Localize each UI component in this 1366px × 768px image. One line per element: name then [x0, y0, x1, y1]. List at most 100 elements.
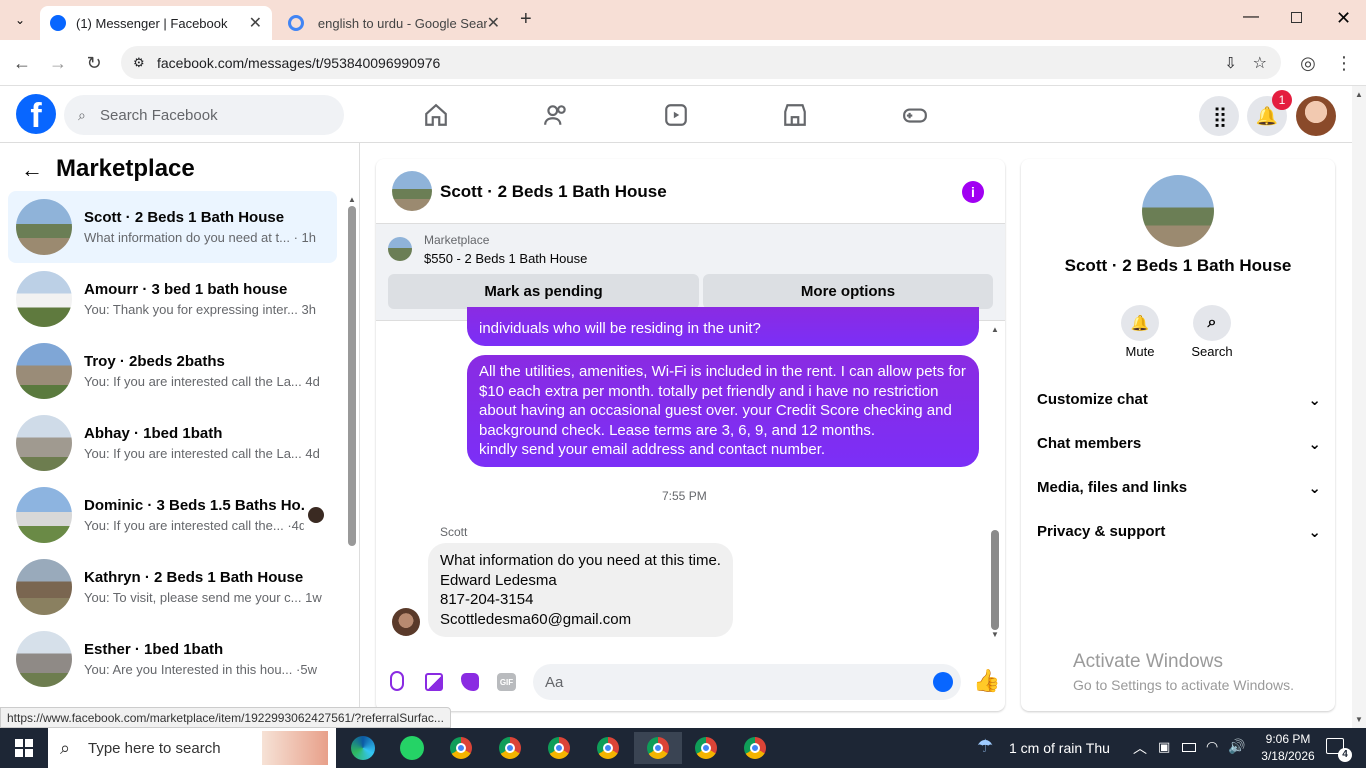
- mark-as-pending-button[interactable]: Mark as pending: [388, 274, 699, 309]
- minimize-icon[interactable]: —: [1243, 8, 1259, 26]
- clock-time[interactable]: 9:06 PM: [1260, 732, 1316, 746]
- customize-chat-section[interactable]: Customize chat ⌄: [1037, 391, 1321, 409]
- wifi-icon[interactable]: ◠: [1206, 738, 1218, 755]
- restore-icon[interactable]: [1291, 12, 1302, 23]
- tab-google-search[interactable]: english to urdu - Google Search ✕: [278, 6, 510, 40]
- home-icon[interactable]: [423, 102, 449, 128]
- sender-name: Scott: [440, 525, 468, 539]
- windows-start-icon[interactable]: [8, 732, 40, 764]
- marketplace-icon[interactable]: [782, 102, 808, 128]
- close-tab-icon[interactable]: ✕: [487, 13, 500, 33]
- search-icon: ⌕: [78, 106, 86, 123]
- chat-title[interactable]: Scott · 2 Beds 1 Bath House: [440, 182, 667, 202]
- message-input[interactable]: Aa: [533, 664, 961, 700]
- tab-search-dropdown-icon[interactable]: ⌄: [8, 8, 32, 32]
- gif-icon[interactable]: GIF: [497, 673, 516, 691]
- section-label: Privacy & support: [1037, 523, 1166, 540]
- chrome-icon[interactable]: [690, 732, 722, 764]
- facebook-logo-icon[interactable]: f: [16, 94, 56, 134]
- reload-icon[interactable]: ↻: [81, 50, 107, 76]
- chrome-icon-active[interactable]: [634, 732, 682, 764]
- chrome-icon[interactable]: [494, 732, 526, 764]
- conversation-item[interactable]: Troy · 2beds 2baths You: If you are inte…: [8, 335, 337, 407]
- conversation-item[interactable]: Kathryn · 2 Beds 1 Bath House You: To vi…: [8, 551, 337, 623]
- gaming-icon[interactable]: [902, 102, 928, 128]
- site-info-icon[interactable]: ⚙: [133, 55, 145, 71]
- seen-avatar: [308, 507, 324, 523]
- conversation-item[interactable]: Abhay · 1bed 1bath You: If you are inter…: [8, 407, 337, 479]
- chat-members-section[interactable]: Chat members ⌄: [1037, 435, 1321, 453]
- edge-icon[interactable]: [347, 732, 379, 764]
- tab-messenger[interactable]: (1) Messenger | Facebook ✕: [40, 6, 272, 40]
- page-scrollbar[interactable]: ▲ ▼: [1352, 86, 1366, 728]
- photo-icon[interactable]: [425, 673, 443, 691]
- scroll-thumb[interactable]: [348, 206, 356, 546]
- weather-icon[interactable]: ☂: [977, 736, 993, 757]
- thumbs-up-icon[interactable]: 👍: [973, 668, 1000, 694]
- message-bubble-sent: All the utilities, amenities, Wi-Fi is i…: [467, 355, 979, 467]
- search-facebook-input[interactable]: ⌕ Search Facebook: [64, 95, 344, 135]
- friends-icon[interactable]: [543, 102, 569, 128]
- back-arrow-icon[interactable]: ←: [21, 157, 43, 183]
- whatsapp-icon[interactable]: [396, 732, 428, 764]
- conversation-item[interactable]: Scott · 2 Beds 1 Bath House What informa…: [8, 191, 337, 263]
- taskbar-search-box[interactable]: ⌕ Type here to search: [48, 728, 336, 768]
- tray-chevron-up-icon[interactable]: ︿: [1133, 738, 1147, 758]
- conversation-item[interactable]: Esther · 1bed 1bath You: Are you Interes…: [8, 623, 337, 695]
- scroll-down-arrow-icon[interactable]: ▼: [1352, 715, 1366, 724]
- search-button[interactable]: ⌕: [1193, 305, 1231, 341]
- message-bubble-sent: individuals who will be residing in the …: [467, 307, 979, 346]
- volume-icon[interactable]: 🔊: [1228, 738, 1245, 755]
- video-icon[interactable]: [663, 102, 689, 128]
- privacy-support-section[interactable]: Privacy & support ⌄: [1037, 523, 1321, 541]
- back-icon[interactable]: ←: [9, 50, 35, 76]
- url-bar[interactable]: ⚙ facebook.com/messages/t/95384009699097…: [121, 46, 1281, 79]
- conversation-preview: You: If you are interested call the... ·…: [84, 518, 304, 533]
- emoji-icon[interactable]: [933, 672, 953, 692]
- conversation-item[interactable]: Dominic · 3 Beds 1.5 Baths Ho... You: If…: [8, 479, 337, 551]
- conversation-item[interactable]: Amourr · 3 bed 1 bath house You: Thank y…: [8, 263, 337, 335]
- clock-date[interactable]: 3/18/2026: [1256, 749, 1320, 763]
- chevron-down-icon: ⌄: [1308, 480, 1321, 497]
- facebook-favicon-icon: [50, 15, 66, 31]
- mute-button[interactable]: 🔔: [1121, 305, 1159, 341]
- weather-text[interactable]: 1 cm of rain Thu: [1009, 740, 1110, 756]
- scrollbar[interactable]: ▲: [347, 195, 357, 710]
- listing-title[interactable]: $550 - 2 Beds 1 Bath House: [424, 251, 587, 266]
- scroll-up-arrow-icon[interactable]: ▲: [347, 195, 357, 204]
- new-tab-icon[interactable]: +: [520, 8, 532, 31]
- forward-icon[interactable]: →: [45, 50, 71, 76]
- chat-scrollbar[interactable]: ▲ ▼: [989, 325, 1001, 647]
- media-files-links-section[interactable]: Media, files and links ⌄: [1037, 479, 1321, 497]
- chrome-menu-icon[interactable]: ⋮: [1331, 50, 1357, 76]
- microphone-icon[interactable]: [390, 671, 404, 691]
- close-window-icon[interactable]: ✕: [1336, 8, 1351, 29]
- more-options-button[interactable]: More options: [703, 274, 993, 309]
- chat-panel: Scott · 2 Beds 1 Bath House i Marketplac…: [376, 159, 1005, 711]
- chrome-icon[interactable]: [739, 732, 771, 764]
- google-favicon-icon: [288, 15, 304, 31]
- taskbar-search-placeholder: Type here to search: [88, 739, 221, 757]
- meet-now-icon[interactable]: ▣: [1158, 739, 1170, 755]
- scroll-up-arrow-icon[interactable]: ▲: [1352, 90, 1366, 99]
- message-line: $10 each extra per month. totally pet fr…: [479, 382, 939, 400]
- section-label: Customize chat: [1037, 391, 1148, 408]
- menu-grid-button[interactable]: ⣿: [1199, 96, 1239, 136]
- chrome-icon[interactable]: [543, 732, 575, 764]
- sticker-icon[interactable]: [461, 673, 479, 691]
- chrome-icon[interactable]: [445, 732, 477, 764]
- chrome-icon[interactable]: [592, 732, 624, 764]
- scroll-up-arrow-icon[interactable]: ▲: [989, 325, 1001, 334]
- profile-icon[interactable]: ◎: [1295, 50, 1321, 76]
- listing-thumbnail: [16, 631, 72, 687]
- account-avatar[interactable]: [1296, 96, 1336, 136]
- install-app-icon[interactable]: ⇩: [1224, 54, 1237, 72]
- info-icon[interactable]: i: [962, 181, 984, 203]
- scroll-down-arrow-icon[interactable]: ▼: [989, 630, 1001, 639]
- battery-icon[interactable]: [1182, 743, 1196, 752]
- sender-avatar[interactable]: [392, 608, 420, 636]
- close-tab-icon[interactable]: ✕: [249, 13, 262, 33]
- scroll-thumb[interactable]: [991, 530, 999, 630]
- bookmark-star-icon[interactable]: ☆: [1253, 53, 1267, 73]
- chat-avatar[interactable]: [392, 171, 432, 211]
